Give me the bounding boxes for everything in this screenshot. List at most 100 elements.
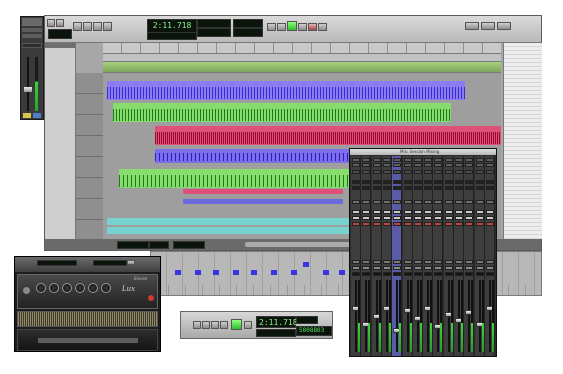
volume-readout[interactable] [413,272,422,276]
marker-ruler[interactable] [103,54,501,62]
record-enable-button[interactable] [362,222,371,226]
tempo-ruler[interactable] [103,62,501,73]
io-selector[interactable] [352,186,360,190]
solo-button[interactable] [403,210,412,214]
trim-tool[interactable] [73,22,82,31]
audio-clip-cyan-2[interactable] [107,227,359,234]
record-enable-button[interactable] [393,222,402,226]
insert-slot[interactable] [444,158,453,162]
io-selector[interactable] [434,180,443,184]
pan-knob[interactable] [372,200,381,204]
record-enable-button[interactable] [444,222,453,226]
send-slot[interactable] [475,170,484,174]
automation-mode[interactable] [372,260,381,264]
volume-readout[interactable] [382,272,391,276]
selector-tool[interactable] [83,22,92,31]
insert-slot[interactable] [455,158,463,162]
transport-rewind-icon[interactable] [193,321,201,329]
insert-slot[interactable] [424,158,433,162]
insert-slot[interactable] [352,158,360,162]
insert-slot[interactable] [455,163,463,167]
insert-slot[interactable] [362,163,371,167]
mute-button[interactable] [413,216,422,220]
mute-button[interactable] [403,216,412,220]
io-selector[interactable] [455,186,463,190]
volume-readout[interactable] [465,272,474,276]
solo-button[interactable] [455,210,463,214]
automation-mode[interactable] [403,260,412,264]
edit-mode-button[interactable] [56,19,64,27]
send-slot[interactable] [382,170,391,174]
record-enable-button[interactable] [413,222,422,226]
insert-slot[interactable] [403,158,412,162]
io-selector[interactable] [372,180,381,184]
record-enable-button[interactable] [465,222,474,226]
insert-slot[interactable] [434,163,443,167]
volume-readout[interactable] [485,272,494,276]
pan-knob[interactable] [455,200,463,204]
play-icon[interactable] [287,21,297,31]
automation-mode[interactable] [413,260,422,264]
audio-clip-cyan[interactable] [107,218,359,225]
pencil-tool[interactable] [103,22,112,31]
send-slot[interactable] [424,170,433,174]
track-name[interactable] [372,266,381,270]
track-name[interactable] [403,266,412,270]
volume-readout[interactable] [403,272,412,276]
solo-button[interactable] [485,210,494,214]
automation-mode[interactable] [455,260,463,264]
automation-mode[interactable] [362,260,371,264]
io-selector[interactable] [372,186,381,190]
stop-icon[interactable] [277,23,286,31]
strip-mute-button[interactable] [33,113,41,118]
insert-slot[interactable] [465,158,474,162]
track-name[interactable] [434,266,443,270]
solo-button[interactable] [465,210,474,214]
automation-mode[interactable] [352,260,360,264]
pan-knob[interactable] [413,200,422,204]
insert-slot[interactable] [362,158,371,162]
record-enable-button[interactable] [424,222,433,226]
automation-mode[interactable] [475,260,484,264]
view-button[interactable] [465,22,479,30]
mute-button[interactable] [424,216,433,220]
plugin-menu-button[interactable] [127,260,135,265]
volume-readout[interactable] [362,272,371,276]
insert-slot[interactable] [413,163,422,167]
amp-knob[interactable] [75,283,85,293]
record-enable-button[interactable] [382,222,391,226]
edit-mode-button[interactable] [47,19,55,27]
track-name[interactable] [424,266,433,270]
track-name[interactable] [465,266,474,270]
insert-slot[interactable] [393,163,402,167]
record-enable-button[interactable] [434,222,443,226]
transport-loop-icon[interactable] [244,321,252,329]
track-name[interactable] [444,266,453,270]
send-slot[interactable] [352,170,360,174]
record-icon[interactable] [308,23,317,31]
volume-readout[interactable] [444,272,453,276]
volume-readout[interactable] [455,272,463,276]
midi-note[interactable] [251,270,257,275]
pan-knob[interactable] [382,200,391,204]
midi-note[interactable] [339,270,345,275]
insert-slot[interactable] [475,158,484,162]
insert-slot[interactable] [382,163,391,167]
amp-knob[interactable] [36,283,46,293]
solo-button[interactable] [372,210,381,214]
io-selector[interactable] [475,186,484,190]
send-slot[interactable] [362,170,371,174]
mute-button[interactable] [382,216,391,220]
solo-button[interactable] [382,210,391,214]
fast-forward-icon[interactable] [298,23,307,31]
io-selector[interactable] [455,180,463,184]
audio-clip-red[interactable] [155,126,501,145]
midi-note[interactable] [213,270,219,275]
track-name[interactable] [393,266,402,270]
transport-stop-icon[interactable] [202,321,210,329]
mute-button[interactable] [372,216,381,220]
mute-button[interactable] [444,216,453,220]
solo-button[interactable] [444,210,453,214]
pan-knob[interactable] [465,200,474,204]
insert-slot[interactable] [444,163,453,167]
